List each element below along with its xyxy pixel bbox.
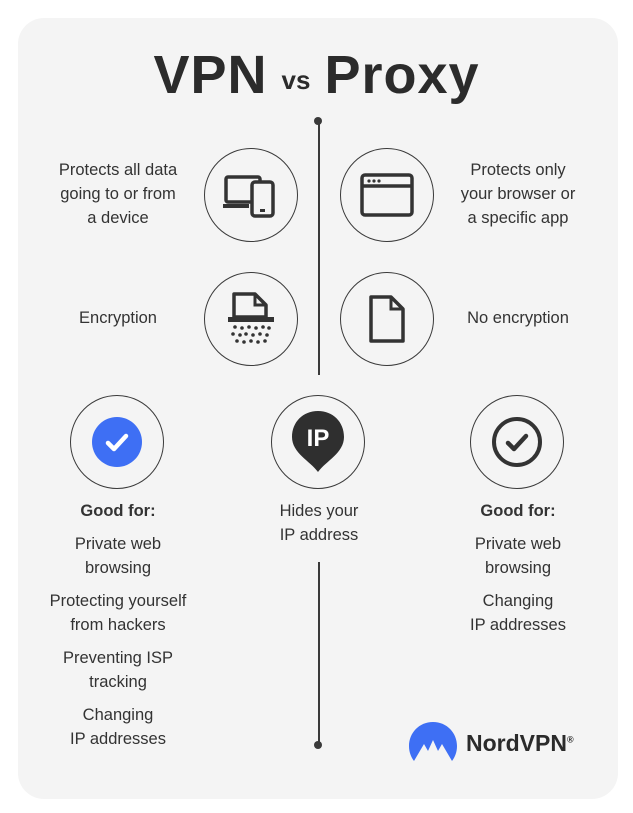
divider-bottom-dot — [314, 741, 322, 749]
divider-bottom-line — [318, 562, 320, 745]
vpn-good-for-item-4-line-2: IP addresses — [69, 730, 166, 748]
proxy-protects-line-3: a specific app — [467, 209, 569, 227]
page-title: VPN vs Proxy — [0, 44, 633, 106]
shredded-document-icon — [204, 272, 298, 366]
vpn-good-for-item-1-line-1: Private web — [74, 535, 162, 553]
proxy-good-for-item-2-line-1: Changing — [482, 592, 554, 610]
title-vs: vs — [281, 65, 311, 95]
vpn-good-for-item-3-line-1: Preventing ISP — [62, 649, 174, 667]
vpn-good-for-item-2-line-2: from hackers — [70, 616, 166, 634]
proxy-good-for-item: Private web browsing — [428, 532, 608, 580]
vpn-protects-text: Protects all data going to or from a dev… — [38, 158, 198, 230]
vpn-good-for-item: Protecting yourself from hackers — [28, 589, 208, 637]
vpn-protects-line-3: a device — [87, 209, 149, 227]
nordvpn-logo-text: NordVPN® — [466, 730, 574, 757]
vpn-good-for-item: Changing IP addresses — [28, 703, 208, 751]
vpn-encryption-text: Encryption — [79, 309, 157, 327]
divider-top-line — [318, 121, 320, 375]
document-icon — [340, 272, 434, 366]
proxy-good-for-item-1-line-2: browsing — [484, 559, 552, 577]
ip-location-pin-icon: IP — [271, 395, 365, 489]
vpn-check-icon — [70, 395, 164, 489]
devices-icon — [204, 148, 298, 242]
brand-name: NordVPN — [466, 730, 567, 756]
hides-ip-text: Hides your IP address — [239, 499, 399, 547]
proxy-good-for-item: Changing IP addresses — [428, 589, 608, 637]
hides-ip-line-2: IP address — [279, 526, 359, 544]
browser-window-icon — [340, 148, 434, 242]
vpn-protects-line-1: Protects all data — [58, 161, 178, 179]
vpn-good-for-item-1-line-2: browsing — [84, 559, 152, 577]
vpn-good-for-item: Preventing ISP tracking — [28, 646, 208, 694]
brand-registered-mark: ® — [566, 734, 574, 745]
hides-ip-line-1: Hides your — [279, 502, 359, 520]
proxy-good-for-heading: Good for: — [480, 502, 556, 520]
proxy-good-for-item-1-line-1: Private web — [474, 535, 562, 553]
nordvpn-logo-icon — [407, 720, 459, 769]
vpn-good-for-item-3-line-2: tracking — [89, 673, 147, 691]
proxy-good-for-item-2-line-2: IP addresses — [469, 616, 566, 634]
vpn-good-for-item-2-line-1: Protecting yourself — [49, 592, 187, 610]
proxy-protects-line-2: your browser or — [460, 185, 576, 203]
proxy-protects-line-1: Protects only — [470, 161, 566, 179]
title-proxy: Proxy — [324, 45, 480, 105]
proxy-protects-text: Protects only your browser or a specific… — [438, 158, 598, 230]
proxy-encryption-text: No encryption — [467, 309, 569, 327]
vpn-good-for-heading: Good for: — [80, 502, 156, 520]
proxy-check-icon — [470, 395, 564, 489]
vpn-protects-line-2: going to or from — [60, 185, 176, 203]
title-vpn: VPN — [153, 45, 268, 105]
vpn-good-for-item-4-line-1: Changing — [82, 706, 154, 724]
vpn-good-for-item: Private web browsing — [28, 532, 208, 580]
ip-badge-text: IP — [307, 425, 330, 452]
